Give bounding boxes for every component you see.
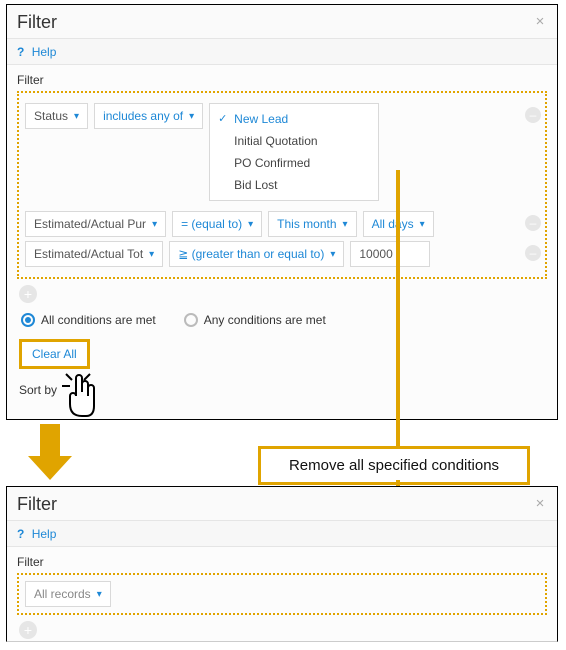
value-label: All days: [372, 217, 414, 231]
match-any-radio[interactable]: Any conditions are met: [184, 313, 326, 327]
chevron-down-icon: ▾: [74, 111, 79, 122]
condition-row: Estimated/Actual Tot ▾ ≧ (greater than o…: [25, 241, 539, 267]
transition-arrow-icon: [28, 424, 72, 482]
match-mode-radios: All conditions are met Any conditions ar…: [7, 303, 557, 333]
match-any-label: Any conditions are met: [204, 313, 326, 327]
conditions-area: All records ▾: [17, 573, 547, 615]
chevron-down-icon: ▾: [343, 219, 348, 230]
value-text: 10000: [359, 247, 392, 261]
dropdown-option[interactable]: New Lead: [210, 108, 378, 130]
condition-row: Estimated/Actual Pur ▾ = (equal to) ▾ Th…: [25, 211, 539, 237]
chevron-down-icon: ▾: [248, 219, 253, 230]
panel-title: Filter: [17, 12, 57, 32]
field-label: Estimated/Actual Tot: [34, 247, 143, 261]
close-icon[interactable]: ×: [531, 13, 549, 31]
field-label: Estimated/Actual Pur: [34, 217, 146, 231]
field-select[interactable]: Estimated/Actual Tot ▾: [25, 241, 163, 267]
help-link[interactable]: ? Help: [7, 521, 557, 547]
operator-select[interactable]: ≧ (greater than or equal to) ▾: [169, 241, 344, 267]
chevron-down-icon: ▾: [97, 589, 102, 600]
match-all-radio[interactable]: All conditions are met: [21, 313, 156, 327]
help-icon: ?: [17, 45, 24, 59]
panel-title-bar: Filter ×: [7, 5, 557, 39]
value-label: This month: [277, 217, 336, 231]
close-icon[interactable]: ×: [531, 495, 549, 513]
value-select[interactable]: This month ▾: [268, 211, 356, 237]
sort-section-heading: Sort by: [7, 639, 557, 642]
click-cursor-icon: [56, 370, 100, 420]
add-condition-button[interactable]: +: [19, 621, 37, 639]
filter-panel-after: Filter × ? Help Filter All records ▾ + S…: [6, 486, 558, 642]
chevron-down-icon: ▾: [152, 219, 157, 230]
remove-condition-icon[interactable]: –: [525, 215, 541, 231]
callout-box: Remove all specified conditions: [258, 446, 530, 485]
panel-title-bar: Filter ×: [7, 487, 557, 521]
field-select[interactable]: Estimated/Actual Pur ▾: [25, 211, 166, 237]
help-label: Help: [32, 45, 57, 59]
help-link[interactable]: ? Help: [7, 39, 557, 65]
chevron-down-icon: ▾: [189, 111, 194, 122]
filter-section-heading: Filter: [7, 65, 557, 91]
filter-panel-before: Filter × ? Help Filter Status ▾ includes…: [6, 4, 558, 420]
help-icon: ?: [17, 527, 24, 541]
add-condition-button[interactable]: +: [19, 285, 37, 303]
filter-section-heading: Filter: [7, 547, 557, 573]
operator-label: ≧ (greater than or equal to): [178, 247, 324, 261]
clear-all-button[interactable]: Clear All: [19, 339, 90, 369]
value-input[interactable]: 10000: [350, 241, 430, 267]
field-select[interactable]: Status ▾: [25, 103, 88, 129]
chevron-down-icon: ▾: [149, 249, 154, 260]
radio-icon: [184, 313, 198, 327]
operator-label: = (equal to): [181, 217, 242, 231]
field-select[interactable]: All records ▾: [25, 581, 111, 607]
operator-select[interactable]: includes any of ▾: [94, 103, 203, 129]
dropdown-option[interactable]: PO Confirmed: [210, 152, 378, 174]
chevron-down-icon: ▾: [330, 249, 335, 260]
operator-select[interactable]: = (equal to) ▾: [172, 211, 262, 237]
conditions-area: Status ▾ includes any of ▾ New Lead Init…: [17, 91, 547, 279]
remove-condition-icon[interactable]: –: [525, 245, 541, 261]
condition-row: Status ▾ includes any of ▾ New Lead Init…: [25, 103, 539, 201]
dropdown-option[interactable]: Bid Lost: [210, 174, 378, 196]
chevron-down-icon: ▾: [420, 219, 425, 230]
callout-text: Remove all specified conditions: [289, 457, 499, 474]
dropdown-option[interactable]: Initial Quotation: [210, 130, 378, 152]
value-dropdown[interactable]: New Lead Initial Quotation PO Confirmed …: [209, 103, 379, 201]
field-label: Status: [34, 109, 68, 123]
match-all-label: All conditions are met: [41, 313, 156, 327]
radio-icon: [21, 313, 35, 327]
remove-condition-icon[interactable]: –: [525, 107, 541, 123]
help-label: Help: [32, 527, 57, 541]
callout-leader: [396, 170, 400, 448]
field-label: All records: [34, 587, 91, 601]
panel-title: Filter: [17, 494, 57, 514]
operator-label: includes any of: [103, 109, 183, 123]
